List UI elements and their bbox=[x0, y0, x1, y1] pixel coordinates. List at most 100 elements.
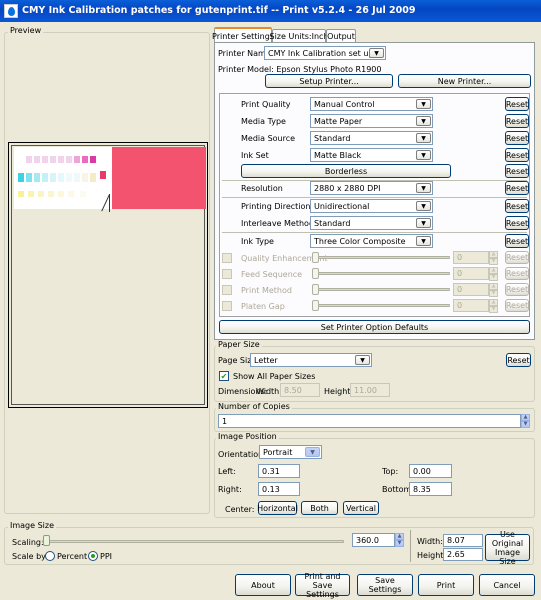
print-quality-combo[interactable]: Manual Control ▼ bbox=[310, 97, 433, 111]
chevron-down-icon[interactable]: ▼ bbox=[369, 48, 384, 58]
resolution-reset-button[interactable]: Reset bbox=[505, 181, 529, 195]
cursor-tail bbox=[109, 194, 110, 212]
scaling-slider-thumb[interactable] bbox=[43, 535, 50, 546]
quality-enhancement-spinner[interactable]: ▲ ▼ bbox=[489, 251, 498, 265]
use-original-image-size-button[interactable]: Use Original Image Size bbox=[485, 530, 530, 566]
copies-spinner[interactable]: ▲ ▼ bbox=[521, 414, 530, 428]
printing-direction-reset-button[interactable]: Reset bbox=[505, 199, 529, 213]
tab-printer-settings[interactable]: Printer Settings bbox=[212, 27, 274, 43]
chevron-down-icon[interactable]: ▼ bbox=[416, 236, 431, 246]
borderless-button[interactable]: Borderless bbox=[241, 164, 451, 178]
quality-enhancement-reset-button[interactable]: Reset bbox=[505, 251, 529, 264]
platen-gap-reset-button[interactable]: Reset bbox=[505, 299, 529, 312]
platen-gap-thumb[interactable] bbox=[312, 300, 319, 311]
chevron-down-icon[interactable]: ▼ bbox=[416, 99, 431, 109]
scaling-field[interactable]: 360.0 bbox=[352, 533, 395, 547]
feed-sequence-track[interactable] bbox=[314, 272, 450, 275]
resolution-combo[interactable]: 2880 x 2880 DPI ▼ bbox=[310, 181, 433, 195]
print-method-track[interactable] bbox=[314, 288, 450, 291]
ink-set-value: Matte Black bbox=[314, 150, 362, 160]
print-method-checkbox[interactable] bbox=[222, 285, 232, 295]
print-method-thumb[interactable] bbox=[312, 284, 319, 295]
about-button[interactable]: About bbox=[235, 574, 291, 596]
platen-gap-checkbox[interactable] bbox=[222, 301, 232, 311]
bottom-field[interactable]: 8.35 bbox=[409, 482, 452, 496]
printing-direction-combo[interactable]: Unidirectional ▼ bbox=[310, 199, 433, 213]
center-horizontal-button[interactable]: Horizontal bbox=[257, 501, 298, 515]
feed-sequence-thumb[interactable] bbox=[312, 268, 319, 279]
center-vertical-button[interactable]: Vertical bbox=[343, 501, 379, 515]
media-source-reset-button[interactable]: Reset bbox=[505, 131, 529, 145]
option-label-media-type: Media Type bbox=[241, 117, 286, 126]
setup-printer-button[interactable]: Setup Printer... bbox=[265, 74, 393, 88]
ink-set-combo[interactable]: Matte Black ▼ bbox=[310, 148, 433, 162]
percent-radio[interactable] bbox=[45, 551, 55, 561]
paper-height-field[interactable]: 11.00 bbox=[350, 383, 390, 397]
chevron-down-icon[interactable]: ▼ bbox=[416, 150, 431, 160]
window-title: CMY Ink Calibration patches for gutenpri… bbox=[22, 5, 416, 16]
quality-enhancement-thumb[interactable] bbox=[312, 252, 319, 263]
option-label-interleave-method: Interleave Method bbox=[241, 219, 315, 228]
platen-gap-value[interactable]: 0 bbox=[453, 299, 489, 312]
copies-field[interactable]: 1 bbox=[218, 414, 521, 428]
paper-preview[interactable] bbox=[8, 142, 208, 408]
platen-gap-spinner[interactable]: ▲ ▼ bbox=[489, 299, 498, 313]
preview-image-patches[interactable] bbox=[14, 147, 112, 209]
print-method-spinner[interactable]: ▲ ▼ bbox=[489, 283, 498, 297]
new-printer-button[interactable]: New Printer... bbox=[398, 74, 531, 88]
tab-size-units[interactable]: Size Units:Inch bbox=[270, 29, 329, 43]
right-field[interactable]: 0.13 bbox=[258, 482, 300, 496]
print-method-value[interactable]: 0 bbox=[453, 283, 489, 296]
paper-width-field[interactable]: 8.50 bbox=[280, 383, 320, 397]
preview-image-red bbox=[112, 147, 206, 209]
tab-output[interactable]: Output bbox=[326, 29, 356, 43]
feed-sequence-checkbox[interactable] bbox=[222, 269, 232, 279]
feed-sequence-spinner[interactable]: ▲ ▼ bbox=[489, 267, 498, 281]
page-size-combo[interactable]: Letter ▼ bbox=[250, 353, 372, 367]
option-label-print-quality: Print Quality bbox=[241, 100, 291, 109]
chevron-down-icon[interactable]: ▼ bbox=[416, 116, 431, 126]
top-field[interactable]: 0.00 bbox=[409, 464, 452, 478]
quality-enhancement-value[interactable]: 0 bbox=[453, 251, 489, 264]
ink-type-reset-button[interactable]: Reset bbox=[505, 234, 529, 248]
quality-enhancement-track[interactable] bbox=[314, 256, 450, 259]
feed-sequence-reset-button[interactable]: Reset bbox=[505, 267, 529, 280]
print-method-reset-button[interactable]: Reset bbox=[505, 283, 529, 296]
media-type-reset-button[interactable]: Reset bbox=[505, 114, 529, 128]
cancel-button[interactable]: Cancel bbox=[479, 574, 535, 596]
orientation-combo[interactable]: Portrait ▼ bbox=[259, 445, 322, 459]
center-both-button[interactable]: Both bbox=[301, 501, 338, 515]
ink-set-reset-button[interactable]: Reset bbox=[505, 148, 529, 162]
print-quality-reset-button[interactable]: Reset bbox=[505, 97, 529, 111]
borderless-reset-button[interactable]: Reset bbox=[505, 164, 529, 178]
chevron-down-icon[interactable]: ▼ bbox=[416, 183, 431, 193]
chevron-down-icon[interactable]: ▼ bbox=[416, 133, 431, 143]
option-label-printing-direction: Printing Direction bbox=[241, 202, 311, 211]
quality-enhancement-checkbox[interactable] bbox=[222, 253, 232, 263]
image-height-field[interactable]: 2.65 bbox=[443, 548, 483, 561]
chevron-down-icon[interactable]: ▼ bbox=[355, 355, 370, 365]
ppi-radio[interactable] bbox=[88, 551, 98, 561]
interleave-method-reset-button[interactable]: Reset bbox=[505, 216, 529, 230]
printer-name-combo[interactable]: CMY Ink Calibration set up ▼ bbox=[264, 46, 386, 60]
chevron-down-icon[interactable]: ▼ bbox=[416, 218, 431, 228]
feed-sequence-value[interactable]: 0 bbox=[453, 267, 489, 280]
left-field[interactable]: 0.31 bbox=[258, 464, 300, 478]
platen-gap-track[interactable] bbox=[314, 304, 450, 307]
print-and-save-settings-button[interactable]: Print and Save Settings bbox=[295, 572, 350, 599]
save-settings-button[interactable]: Save Settings bbox=[357, 574, 413, 596]
chevron-down-icon[interactable]: ▼ bbox=[305, 447, 320, 457]
chevron-down-icon[interactable]: ▼ bbox=[416, 201, 431, 211]
ink-type-combo[interactable]: Three Color Composite ▼ bbox=[310, 234, 433, 248]
show-all-paper-sizes-checkbox[interactable]: ✔ bbox=[219, 371, 229, 381]
set-printer-option-defaults-button[interactable]: Set Printer Option Defaults bbox=[219, 320, 530, 334]
title-bar[interactable]: CMY Ink Calibration patches for gutenpri… bbox=[0, 0, 541, 22]
page-size-reset-button[interactable]: Reset bbox=[506, 353, 531, 367]
interleave-method-combo[interactable]: Standard ▼ bbox=[310, 216, 433, 230]
print-button[interactable]: Print bbox=[418, 574, 474, 596]
media-type-combo[interactable]: Matte Paper ▼ bbox=[310, 114, 433, 128]
image-width-field[interactable]: 8.07 bbox=[443, 534, 483, 547]
media-source-combo[interactable]: Standard ▼ bbox=[310, 131, 433, 145]
scaling-spinner[interactable]: ▲ ▼ bbox=[395, 533, 404, 547]
scaling-slider-track[interactable] bbox=[42, 540, 344, 543]
